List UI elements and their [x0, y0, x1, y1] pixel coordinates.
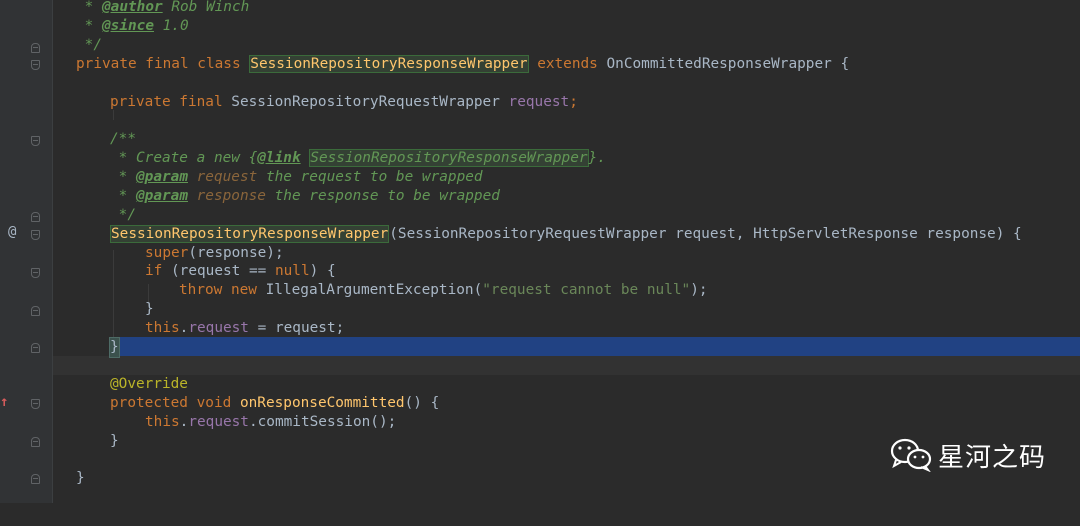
code-line: this.request.commitSession();: [145, 414, 397, 430]
watermark-text: 星河之码: [938, 442, 1047, 473]
class-name-highlight: SessionRepositoryResponseWrapper: [249, 55, 529, 73]
code-line: }: [145, 301, 154, 317]
code-line: private final SessionRepositoryRequestWr…: [110, 94, 578, 110]
code-line: /**: [110, 131, 136, 147]
code-line: * Create a new {@link SessionRepositoryR…: [110, 149, 606, 167]
constructor-name-highlight: SessionRepositoryResponseWrapper: [110, 225, 390, 243]
matched-brace: }: [109, 337, 120, 358]
code-line: @Override: [110, 376, 188, 392]
code-line: throw new IllegalArgumentException("requ…: [179, 282, 708, 298]
code-line: * @since 1.0: [76, 18, 189, 34]
code-line: * @author Rob Winch: [76, 0, 250, 15]
code-line: * @param request the request to be wrapp…: [110, 169, 483, 185]
code-line: protected void onResponseCommitted() {: [110, 395, 440, 411]
code-line: super(response);: [145, 245, 284, 261]
watermark: 星河之码: [890, 435, 1046, 475]
code-line: if (request == null) {: [145, 263, 336, 279]
code-editor[interactable]: * @author Rob Winch * @since 1.0 */ priv…: [0, 0, 1080, 503]
wechat-icon: [890, 438, 932, 473]
code-line: */: [110, 207, 136, 223]
code-line: }: [0, 337, 1080, 358]
code-line: private final class SessionRepositoryRes…: [76, 55, 850, 73]
code-line: SessionRepositoryResponseWrapper(Session…: [110, 225, 1022, 243]
code-line: this.request = request;: [145, 320, 345, 336]
code-line: */: [76, 37, 102, 53]
code-line: * @param response the response to be wra…: [110, 188, 500, 204]
